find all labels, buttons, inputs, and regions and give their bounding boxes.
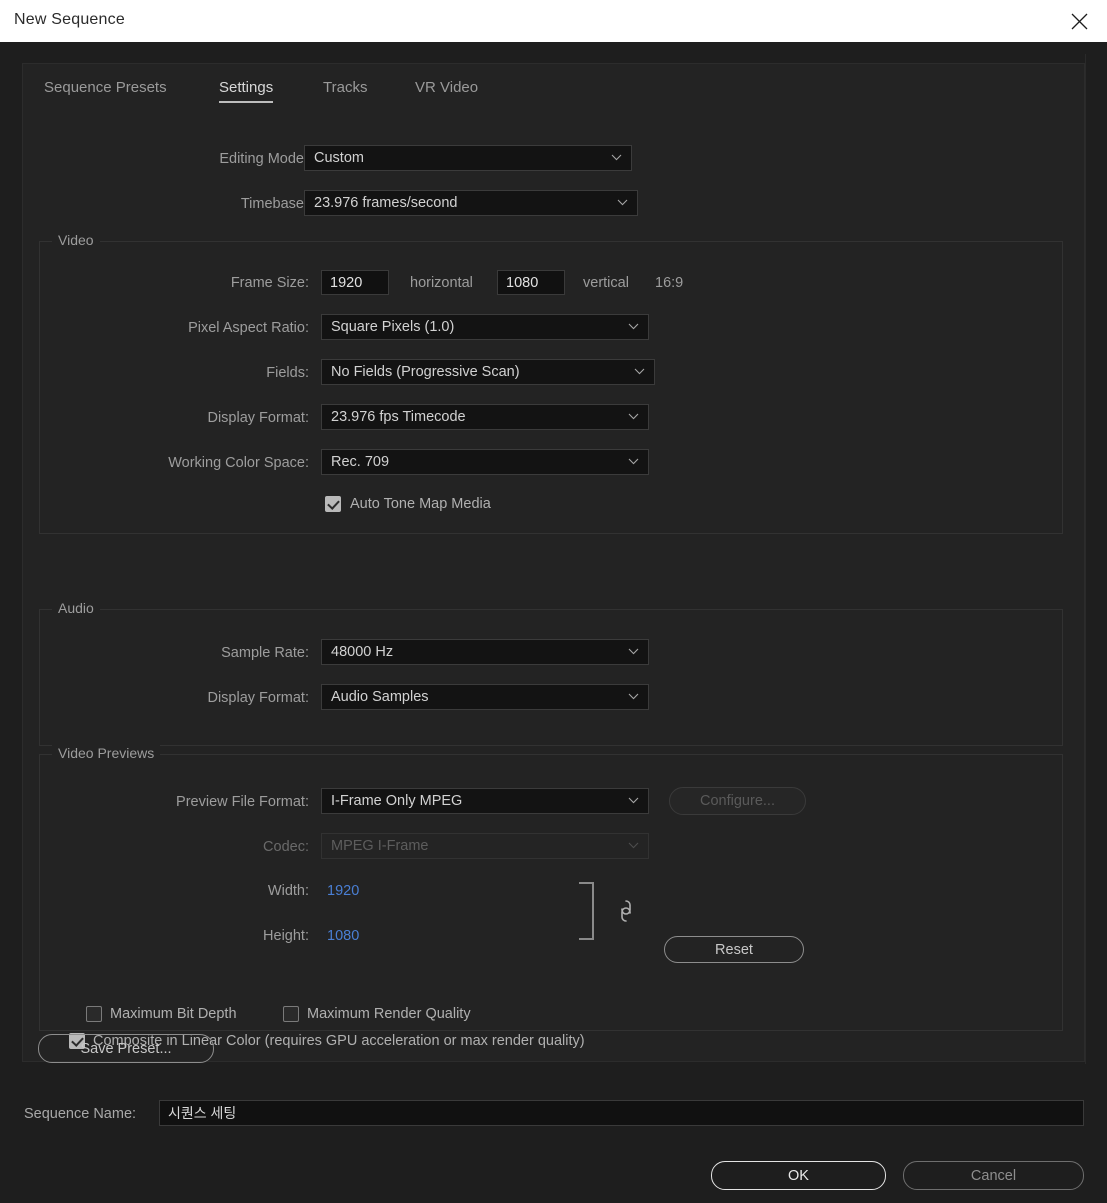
editing-mode-label: Editing Mode: bbox=[219, 151, 308, 167]
chevron-down-icon bbox=[611, 154, 622, 161]
fields-value: No Fields (Progressive Scan) bbox=[331, 364, 520, 380]
aspect-ratio-value: 16:9 bbox=[655, 275, 684, 291]
maximum-render-quality-label[interactable]: Maximum Render Quality bbox=[307, 1006, 471, 1022]
chevron-down-icon bbox=[628, 458, 639, 465]
maximum-render-quality-checkbox[interactable] bbox=[283, 1006, 299, 1022]
tab-settings[interactable]: Settings bbox=[219, 79, 274, 103]
audio-fieldset: Audio Sample Rate: 48000 Hz Display Form… bbox=[39, 600, 1063, 746]
chevron-down-icon bbox=[628, 413, 639, 420]
chevron-down-icon bbox=[634, 368, 645, 375]
audio-display-format-value: Audio Samples bbox=[331, 689, 429, 705]
preview-width-label: Width: bbox=[267, 883, 309, 899]
working-color-space-label: Working Color Space: bbox=[168, 455, 309, 471]
fields-select[interactable]: No Fields (Progressive Scan) bbox=[321, 359, 655, 385]
new-sequence-dialog: Sequence Presets Settings Tracks VR Vide… bbox=[0, 42, 1107, 1203]
codec-select: MPEG I-Frame bbox=[321, 833, 649, 859]
tab-label: Tracks bbox=[323, 79, 368, 96]
preview-height-label: Height: bbox=[263, 928, 309, 944]
chevron-down-icon bbox=[628, 323, 639, 330]
settings-panel: Sequence Presets Settings Tracks VR Vide… bbox=[22, 63, 1085, 1062]
sequence-name-input[interactable]: 시퀀스 세팅 bbox=[159, 1100, 1084, 1126]
editing-mode-value: Custom bbox=[314, 150, 364, 166]
cancel-button[interactable]: Cancel bbox=[903, 1161, 1084, 1190]
preview-file-format-value: I-Frame Only MPEG bbox=[331, 793, 463, 809]
pixel-aspect-ratio-value: Square Pixels (1.0) bbox=[331, 319, 455, 335]
close-icon bbox=[1071, 13, 1088, 30]
chevron-down-icon bbox=[628, 693, 639, 700]
close-button[interactable] bbox=[1063, 6, 1097, 36]
video-legend: Video bbox=[52, 232, 100, 248]
sample-rate-select[interactable]: 48000 Hz bbox=[321, 639, 649, 665]
frame-width-value: 1920 bbox=[330, 274, 363, 291]
tab-vr-video[interactable]: VR Video bbox=[415, 79, 478, 96]
pixel-aspect-ratio-label: Pixel Aspect Ratio: bbox=[188, 320, 309, 336]
chain-link-icon[interactable] bbox=[618, 898, 634, 924]
video-display-format-value: 23.976 fps Timecode bbox=[331, 409, 466, 425]
audio-legend: Audio bbox=[52, 600, 100, 616]
timebase-select[interactable]: 23.976 frames/second bbox=[304, 190, 638, 216]
video-display-format-select[interactable]: 23.976 fps Timecode bbox=[321, 404, 649, 430]
tab-label: Settings bbox=[219, 79, 274, 96]
window-title-bar: New Sequence bbox=[0, 0, 1107, 42]
ok-button[interactable]: OK bbox=[711, 1161, 886, 1190]
vertical-label: vertical bbox=[583, 275, 629, 291]
frame-size-label: Frame Size: bbox=[230, 275, 309, 291]
timebase-label: Timebase: bbox=[240, 196, 308, 212]
audio-display-format-label: Display Format: bbox=[207, 690, 309, 706]
preview-height-value[interactable]: 1080 bbox=[327, 928, 359, 944]
tab-underline bbox=[219, 101, 274, 103]
maximum-bit-depth-checkbox[interactable] bbox=[86, 1006, 102, 1022]
horizontal-label: horizontal bbox=[410, 275, 473, 291]
sequence-name-value: 시퀀스 세팅 bbox=[168, 1105, 237, 1121]
bracket-icon bbox=[579, 882, 594, 940]
video-display-format-label: Display Format: bbox=[207, 410, 309, 426]
sequence-name-label: Sequence Name: bbox=[24, 1106, 137, 1122]
audio-display-format-select[interactable]: Audio Samples bbox=[321, 684, 649, 710]
chevron-down-icon bbox=[628, 842, 639, 849]
sample-rate-label: Sample Rate: bbox=[221, 645, 309, 661]
maximum-bit-depth-label[interactable]: Maximum Bit Depth bbox=[110, 1006, 237, 1022]
preview-width-value[interactable]: 1920 bbox=[327, 883, 359, 899]
frame-width-input[interactable]: 1920 bbox=[321, 270, 389, 295]
configure-button: Configure... bbox=[669, 787, 806, 815]
codec-value: MPEG I-Frame bbox=[331, 838, 429, 854]
auto-tone-map-checkbox[interactable] bbox=[325, 496, 341, 512]
auto-tone-map-label[interactable]: Auto Tone Map Media bbox=[350, 496, 491, 512]
tab-label: Sequence Presets bbox=[44, 79, 167, 96]
chevron-down-icon bbox=[617, 199, 628, 206]
timebase-value: 23.976 frames/second bbox=[314, 195, 458, 211]
codec-label: Codec: bbox=[263, 839, 309, 855]
fields-label: Fields: bbox=[266, 365, 309, 381]
chevron-down-icon bbox=[628, 797, 639, 804]
editing-mode-select[interactable]: Custom bbox=[304, 145, 632, 171]
tab-bar: Sequence Presets Settings Tracks VR Vide… bbox=[23, 64, 1084, 112]
preview-file-format-select[interactable]: I-Frame Only MPEG bbox=[321, 788, 649, 814]
video-previews-fieldset: Video Previews Preview File Format: I-Fr… bbox=[39, 745, 1063, 1031]
save-preset-button[interactable]: Save Preset... bbox=[38, 1034, 214, 1063]
working-color-space-select[interactable]: Rec. 709 bbox=[321, 449, 649, 475]
panel-right-edge bbox=[1085, 54, 1086, 1064]
preview-file-format-label: Preview File Format: bbox=[176, 794, 309, 810]
working-color-space-value: Rec. 709 bbox=[331, 454, 390, 470]
pixel-aspect-ratio-select[interactable]: Square Pixels (1.0) bbox=[321, 314, 649, 340]
tab-sequence-presets[interactable]: Sequence Presets bbox=[44, 79, 167, 96]
tab-label: VR Video bbox=[415, 79, 479, 96]
sample-rate-value: 48000 Hz bbox=[331, 644, 394, 660]
chevron-down-icon bbox=[628, 648, 639, 655]
video-fieldset: Video Frame Size: 1920 horizontal 1080 v… bbox=[39, 232, 1063, 534]
frame-height-value: 1080 bbox=[506, 274, 539, 291]
frame-height-input[interactable]: 1080 bbox=[497, 270, 565, 295]
reset-button[interactable]: Reset bbox=[664, 936, 804, 963]
tab-tracks[interactable]: Tracks bbox=[323, 79, 367, 96]
video-previews-legend: Video Previews bbox=[52, 745, 161, 761]
window-title: New Sequence bbox=[14, 11, 125, 28]
